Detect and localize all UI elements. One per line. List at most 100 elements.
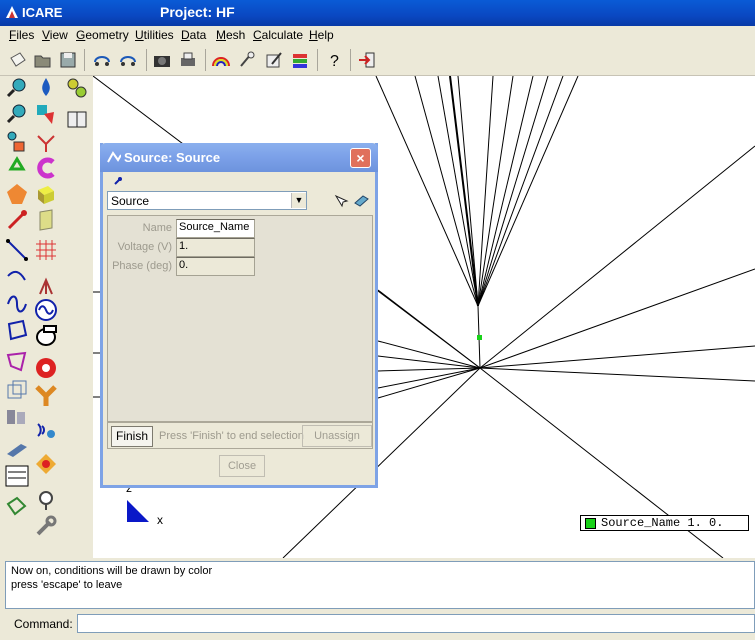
name-field[interactable]: Source_Name — [176, 219, 255, 238]
menu-utilities[interactable]: Utilities — [135, 28, 174, 42]
gears-icon[interactable] — [65, 76, 89, 100]
dialog-body: Source ▼ Name Source_Name Voltage (V) 1.… — [105, 173, 373, 483]
zoom-in-icon[interactable] — [5, 76, 29, 100]
condition-type-select[interactable]: Source ▼ — [107, 191, 307, 210]
line-icon[interactable] — [5, 238, 29, 262]
menu-data[interactable]: Data — [181, 28, 206, 42]
voltage-label: Voltage (V) — [117, 241, 172, 253]
toolbar-separator — [146, 49, 147, 71]
magnet-icon[interactable] — [34, 156, 58, 180]
title-bar: ICARE Project: HF — [0, 0, 755, 26]
selection-bar: Finish Press 'Finish' to end selection U… — [107, 421, 373, 449]
camera-icon[interactable] — [152, 50, 172, 70]
source-dialog: Source: Source × Source ▼ Name Source_Na… — [100, 143, 378, 488]
point-icon[interactable] — [5, 208, 29, 232]
antenna-icon[interactable] — [34, 272, 58, 296]
chevron-down-icon[interactable]: ▼ — [291, 193, 306, 208]
junction-icon[interactable] — [34, 384, 58, 408]
command-input[interactable] — [77, 614, 755, 633]
face-icon[interactable] — [5, 350, 29, 374]
name-label: Name — [142, 222, 172, 234]
toolbar-separator — [350, 49, 351, 71]
wave-icon[interactable] — [34, 298, 58, 322]
toolbar-separator — [84, 49, 85, 71]
print-icon[interactable] — [178, 50, 198, 70]
help-icon[interactable]: ? — [324, 50, 344, 70]
unassign-button[interactable]: Unassign — [302, 425, 372, 447]
grid-icon[interactable] — [34, 238, 58, 262]
shapes-icon[interactable] — [34, 102, 58, 126]
legend-text: Source_Name 1. 0. — [601, 516, 724, 530]
axis-x-label: x — [157, 513, 163, 527]
rainbow-icon[interactable] — [211, 50, 231, 70]
edit-icon[interactable] — [264, 50, 284, 70]
wrench-icon[interactable] — [34, 514, 58, 538]
book-icon[interactable] — [65, 108, 89, 132]
arc-icon[interactable] — [5, 266, 29, 290]
message-area: Now on, conditions will be drawn by colo… — [5, 561, 755, 609]
select-value: Source — [111, 194, 150, 208]
save-icon[interactable] — [58, 50, 78, 70]
dialog-app-icon — [107, 151, 121, 163]
layers-icon[interactable] — [290, 50, 310, 70]
wire-cube-icon[interactable] — [5, 378, 29, 402]
spline-icon[interactable] — [5, 292, 29, 316]
close-button[interactable]: Close — [219, 455, 265, 477]
dialog-title-bar[interactable]: Source: Source × — [100, 143, 378, 172]
project-title: Project: HF — [160, 4, 235, 20]
zoom-out-icon[interactable] — [5, 102, 29, 126]
pin-icon[interactable] — [113, 176, 123, 186]
box-icon[interactable] — [34, 182, 58, 206]
pick-icon[interactable] — [333, 193, 349, 209]
dialog-title: Source: Source — [124, 150, 221, 165]
message-line: Now on, conditions will be drawn by colo… — [11, 565, 213, 577]
menu-calculate[interactable]: Calculate — [253, 28, 303, 42]
axis-icon[interactable] — [34, 130, 58, 154]
finish-hint: Press 'Finish' to end selection — [159, 430, 304, 442]
drop-icon[interactable] — [34, 76, 58, 100]
sphere-icon[interactable] — [34, 356, 58, 380]
inspect-icon[interactable] — [34, 488, 58, 512]
app-icon — [6, 6, 18, 18]
toolbar-separator — [205, 49, 206, 71]
menu-help[interactable]: Help — [309, 28, 334, 42]
tool-panel — [0, 76, 93, 558]
toolbar-separator — [317, 49, 318, 71]
rotate2-icon[interactable] — [118, 50, 138, 70]
wand-icon[interactable] — [237, 50, 257, 70]
finish-button[interactable]: Finish — [111, 426, 153, 447]
command-label: Command: — [14, 617, 73, 631]
properties-panel: Name Source_Name Voltage (V) 1. Phase (d… — [107, 215, 373, 423]
menu-files[interactable]: Files — [9, 28, 34, 42]
menu-bar: Files View Geometry Utilities Data Mesh … — [0, 26, 755, 44]
phase-field[interactable]: 0. — [176, 257, 255, 276]
surface-icon[interactable] — [353, 193, 369, 209]
legend-swatch — [585, 518, 596, 529]
axis-triad — [127, 500, 149, 522]
cylinders-icon[interactable] — [5, 404, 29, 428]
nodes-elems-icon[interactable] — [5, 464, 29, 488]
new-icon[interactable] — [8, 50, 28, 70]
phase-label: Phase (deg) — [112, 260, 172, 272]
open-icon[interactable] — [33, 50, 53, 70]
dialog-close-button[interactable]: × — [350, 148, 371, 168]
plane-icon[interactable] — [34, 208, 58, 232]
menu-mesh[interactable]: Mesh — [216, 28, 245, 42]
recycle-icon[interactable] — [5, 156, 29, 180]
toolbar: ? — [0, 44, 755, 76]
rotate-icon[interactable] — [92, 50, 112, 70]
slab-icon[interactable] — [5, 438, 29, 462]
zoom-box-icon[interactable] — [5, 130, 29, 154]
signal-icon[interactable] — [34, 418, 58, 442]
polygon-icon[interactable] — [5, 318, 29, 342]
menu-geometry[interactable]: Geometry — [76, 28, 129, 42]
condition-legend: Source_Name 1. 0. — [580, 515, 749, 531]
cylinder-icon[interactable] — [34, 324, 58, 348]
solid-icon[interactable] — [5, 182, 29, 206]
mesh-color-icon[interactable] — [34, 452, 58, 476]
message-line: press 'escape' to leave — [11, 579, 123, 591]
mesh-edit-icon[interactable] — [5, 494, 29, 518]
voltage-field[interactable]: 1. — [176, 238, 255, 257]
exit-icon[interactable] — [357, 50, 377, 70]
menu-view[interactable]: View — [42, 28, 68, 42]
